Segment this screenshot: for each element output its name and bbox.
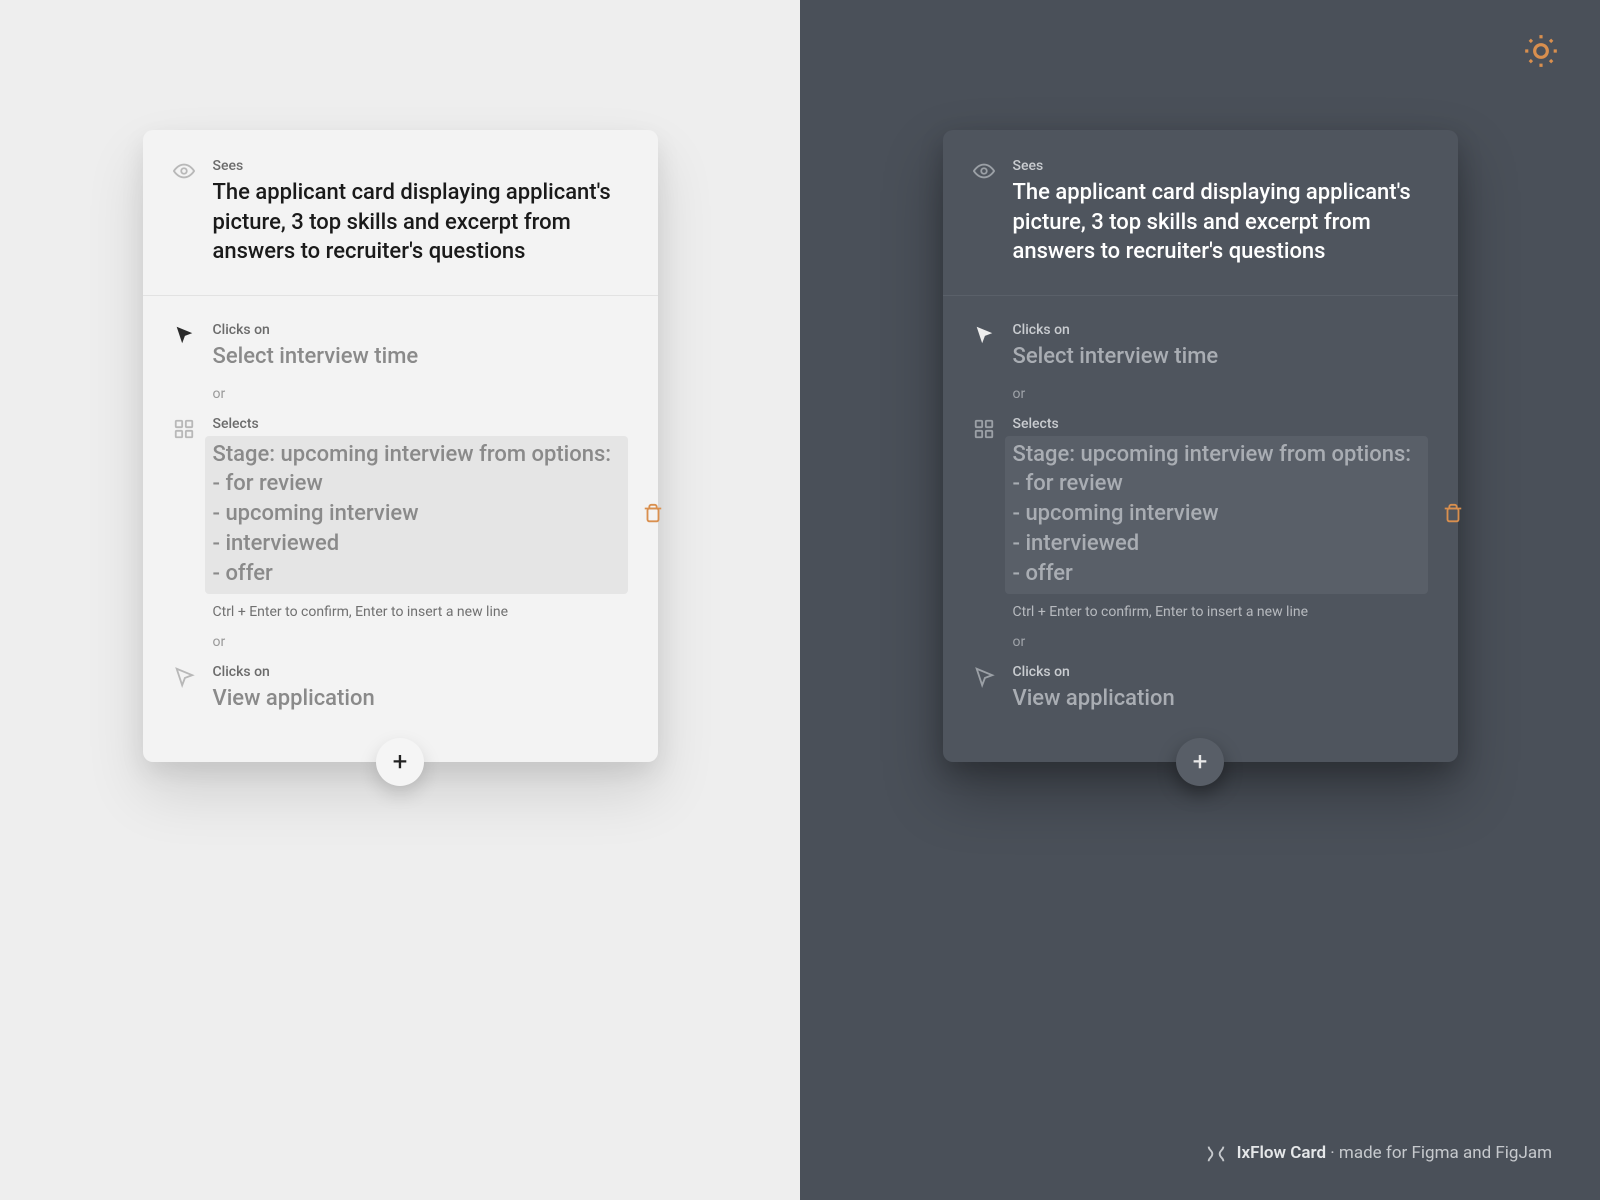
cursor-icon (173, 324, 195, 346)
ixflow-card-light: Sees The applicant card displaying appli… (143, 130, 658, 762)
grid-icon (173, 418, 195, 440)
grid-icon (973, 418, 995, 440)
logo-icon (1205, 1142, 1227, 1164)
footer-brand: IxFlow Card (1237, 1143, 1326, 1163)
footer: IxFlow Card · made for Figma and FigJam (1205, 1142, 1552, 1164)
ixflow-card-dark: Sees The applicant card displaying appli… (943, 130, 1458, 762)
sees-text: The applicant card displaying applicant'… (213, 178, 628, 267)
action3-text[interactable]: View application (1013, 684, 1428, 714)
sees-label: Sees (213, 158, 628, 174)
keyboard-hint: Ctrl + Enter to confirm, Enter to insert… (213, 604, 628, 620)
add-button[interactable]: + (376, 738, 424, 786)
cursor-outline-icon (173, 666, 195, 688)
or-separator: or (1013, 386, 1428, 402)
cursor-icon (973, 324, 995, 346)
theme-toggle-sun-icon[interactable] (1522, 32, 1560, 70)
selects-edit-block[interactable]: Stage: upcoming interview from options: … (205, 436, 628, 594)
or-separator: or (1013, 634, 1428, 650)
add-button[interactable]: + (1176, 738, 1224, 786)
footer-tag: · made for Figma and FigJam (1326, 1143, 1552, 1163)
clicks-on-label: Clicks on (1013, 322, 1428, 338)
eye-icon (173, 160, 195, 182)
trash-icon[interactable] (1442, 503, 1464, 527)
action3-text[interactable]: View application (213, 684, 628, 714)
clicks-on-label: Clicks on (1013, 664, 1428, 680)
action2-text: Stage: upcoming interview from options: … (213, 440, 620, 588)
cursor-outline-icon (973, 666, 995, 688)
clicks-on-label: Clicks on (213, 322, 628, 338)
action1-text[interactable]: Select interview time (1013, 342, 1428, 372)
or-separator: or (213, 386, 628, 402)
sees-label: Sees (1013, 158, 1428, 174)
action1-text[interactable]: Select interview time (213, 342, 628, 372)
keyboard-hint: Ctrl + Enter to confirm, Enter to insert… (1013, 604, 1428, 620)
action2-text: Stage: upcoming interview from options: … (1013, 440, 1420, 588)
trash-icon[interactable] (642, 503, 664, 527)
clicks-on-label: Clicks on (213, 664, 628, 680)
or-separator: or (213, 634, 628, 650)
selects-label: Selects (1013, 416, 1428, 432)
sees-text: The applicant card displaying applicant'… (1013, 178, 1428, 267)
selects-label: Selects (213, 416, 628, 432)
eye-icon (973, 160, 995, 182)
selects-edit-block[interactable]: Stage: upcoming interview from options: … (1005, 436, 1428, 594)
